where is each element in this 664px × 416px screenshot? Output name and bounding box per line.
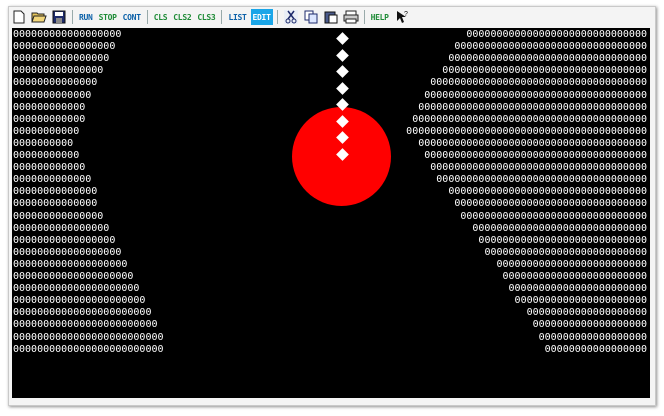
zeros-right: 000000000000000000000000000 <box>484 246 647 258</box>
screen-row: 0000000000000000000000000000000000000000… <box>12 331 650 344</box>
screen-row: 0000000000000000000000000000000000000000… <box>12 41 650 53</box>
screen-row: 0000000000000000000000000000000000000000… <box>12 271 650 283</box>
toolbar-separator <box>276 10 278 24</box>
zeros-left: 00000000000000000000000 <box>13 307 152 319</box>
zeros-right: 000000000000000000 <box>538 331 647 343</box>
screen-row: 0000000000000000000000000000000000000000… <box>12 29 650 41</box>
edit-button[interactable]: EDIT <box>250 9 273 25</box>
screen-row: 0000000000000000000000000000000000000000… <box>12 258 650 271</box>
zeros-right: 0000000000000000000000000000000000000000 <box>406 125 647 137</box>
zeros-right: 000000000000000000000000 <box>502 271 648 282</box>
zeros-right: 000000000000000000000000000000000 <box>448 186 647 198</box>
cut-scissors-icon[interactable] <box>282 9 300 25</box>
stop-button[interactable]: STOP <box>97 9 119 25</box>
zeros-right: 00000000000000000000000000000 <box>472 222 647 234</box>
zeros-left: 00000000000000 <box>13 186 98 198</box>
zeros-left: 00000000000 <box>13 125 80 137</box>
zeros-right: 000000000000000000000000000000000000000 <box>412 113 647 125</box>
zeros-right: 0000000000000000000000000000000000000 <box>424 89 647 101</box>
screen-row: 0000000000000000000000000000000000000000… <box>12 66 650 77</box>
screen-row: 0000000000000000000000000000000000000000… <box>12 53 650 65</box>
screen-row: 0000000000000000000000000000000000000000… <box>12 343 650 356</box>
zeros-right: 0000000000000000000000000000000 <box>460 210 647 222</box>
zeros-left: 0000000000000000000000000 <box>13 343 164 355</box>
zeros-left: 000000000000000000 <box>13 246 122 258</box>
program-output-screen[interactable]: 000000000000000000 0000000000000000000000… <box>12 28 650 398</box>
zeros-right: 0000000000000000000 <box>532 319 647 331</box>
zeros-left: 00000000000000 <box>13 198 98 210</box>
zeros-right: 000000000000000000000000000000000000 <box>430 162 647 174</box>
zeros-left: 0000000000000 <box>13 174 92 186</box>
zeros-right: 0000000000000000000000000000000000000 <box>424 150 647 161</box>
cls2-button[interactable]: CLS2 <box>171 9 193 25</box>
run-button[interactable]: RUN <box>77 9 95 25</box>
zeros-left: 00000000000000000000 <box>13 271 134 282</box>
screen-row: 0000000000000000000000000000000000000000… <box>12 234 650 247</box>
zeros-left: 0000000000000000 <box>13 53 110 65</box>
toolbar-separator <box>72 10 73 24</box>
screen-row: 0000000000000000000000000000000000000000… <box>12 78 650 89</box>
zeros-left: 0000000000000000000000000 <box>13 331 164 343</box>
zeros-left: 00000000000000 <box>13 77 98 89</box>
zeros-right: 00000000000000000000000000000000 <box>454 41 647 53</box>
cls-button[interactable]: CLS <box>152 9 170 25</box>
zeros-right: 00000000000000000000000000000000000000 <box>418 137 647 149</box>
zeros-right: 00000000000000000000000000000000000 <box>436 174 647 186</box>
screen-row: 0000000000000000000000000000000000000000… <box>12 283 650 295</box>
new-file-icon[interactable] <box>10 9 28 25</box>
open-folder-icon[interactable] <box>30 9 48 25</box>
zeros-left: 00000000000000000 <box>13 234 116 246</box>
zeros-right: 0000000000000000000000 <box>514 295 647 307</box>
help-button[interactable]: HELP <box>369 9 391 25</box>
zeros-left: 00000000000000000 <box>13 41 116 53</box>
screen-row: 0000000000000000000000000000000000000000… <box>12 222 650 235</box>
zeros-left: 000000000000000000 <box>13 29 122 40</box>
screen-row: 0000000000000000000000000000000000000000… <box>12 210 650 223</box>
screen-row: 0000000000000000000000000000000000000000… <box>12 89 650 102</box>
screen-row: 0000000000000000000000000000000000000000… <box>12 246 650 259</box>
zeros-left: 000000000000000000000000 <box>13 319 158 331</box>
zeros-left: 000000000000000 <box>13 210 104 222</box>
zeros-left: 0000000000000000000000 <box>13 295 146 307</box>
zeros-left: 000000000000 <box>13 101 86 113</box>
zeros-right: 000000000000000000000000000000000000 <box>430 77 647 89</box>
zeros-right: 00000000000000000000000000000000000000 <box>418 101 647 113</box>
zeros-right: 0000000000000000000000000000000000 <box>442 65 647 77</box>
zeros-left: 0000000000000000000 <box>13 258 128 270</box>
zeros-right: 0000000000000000000000000 <box>496 258 647 270</box>
toolbar-separator <box>363 10 365 24</box>
screen-row: 0000000000000000000000 000000000000000000… <box>12 295 650 307</box>
cont-button[interactable]: CONT <box>121 9 143 25</box>
help-pointer-icon[interactable]: ? <box>393 9 411 25</box>
cls3-button[interactable]: CLS3 <box>195 9 217 25</box>
save-disk-icon[interactable] <box>50 9 68 25</box>
print-icon[interactable] <box>342 9 360 25</box>
zeros-left: 0000000000000 <box>13 89 92 101</box>
zeros-left: 00000000000 <box>13 150 80 161</box>
zeros-left: 000000000000 <box>13 162 86 174</box>
toolbar-separator <box>221 10 223 24</box>
copy-icon[interactable] <box>302 9 320 25</box>
zeros-left: 000000000000 <box>13 113 86 125</box>
zeros-right: 00000000000000000 <box>544 343 647 355</box>
svg-text:?: ? <box>404 11 408 18</box>
zeros-left: 0000000000 <box>13 137 74 149</box>
zeros-right: 00000000000000000000 <box>526 307 647 319</box>
zeros-left: 000000000000000 <box>13 65 104 77</box>
zeros-left: 0000000000000000 <box>13 222 110 234</box>
zeros-right: 000000000000000000000000000000 <box>466 29 647 40</box>
zeros-right: 00000000000000000000000 <box>508 283 647 295</box>
zeros-right: 00000000000000000000000000000000 <box>454 198 647 210</box>
zeros-left: 000000000000000000000 <box>13 283 140 295</box>
screen-row: 0000000000000000000000000000000000000000… <box>12 308 650 319</box>
list-button[interactable]: LIST <box>226 9 248 25</box>
paste-icon[interactable] <box>322 9 340 25</box>
screen-row: 0000000000000000000000000000000000000000… <box>12 320 650 331</box>
toolbar-separator <box>146 10 148 24</box>
toolbar: RUN STOP CONT CLS CLS2 CLS3 LIST EDIT HE… <box>10 8 652 26</box>
zeros-right: 0000000000000000000000000000 <box>478 234 647 246</box>
zeros-right: 000000000000000000000000000000000 <box>448 53 647 65</box>
